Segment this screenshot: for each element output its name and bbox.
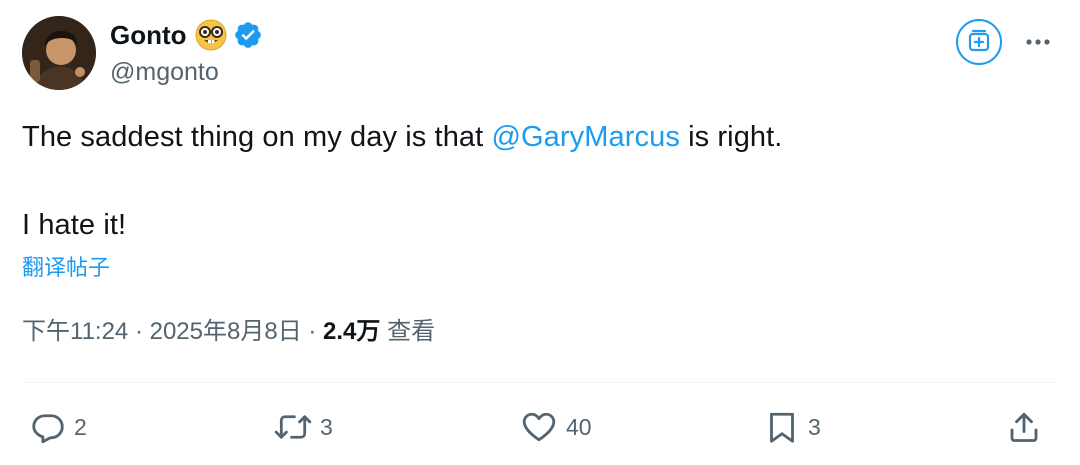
tweet-line-2: I hate it! — [22, 209, 127, 241]
reply-count: 2 — [74, 414, 87, 440]
meta-separator: · — [301, 318, 324, 345]
tweet-text-after-mention: is right. — [679, 121, 783, 153]
heart-icon — [520, 409, 558, 445]
more-horizontal-icon — [1025, 33, 1051, 51]
tweet-line-1: The saddest thing on my day is that @Gar… — [22, 115, 1032, 159]
repost-count: 3 — [320, 414, 333, 440]
bookmark-button[interactable]: 3 — [764, 404, 821, 450]
subscribe-button[interactable] — [956, 19, 1002, 65]
share-icon — [1006, 408, 1042, 446]
meta-separator: · — [128, 318, 150, 345]
bookmark-count: 3 — [808, 414, 821, 440]
nerd-face-emoji-icon — [195, 19, 227, 51]
share-button[interactable] — [1006, 404, 1042, 450]
like-button[interactable]: 40 — [520, 404, 592, 450]
repost-button[interactable]: 3 — [274, 404, 333, 450]
bookmark-icon — [764, 408, 800, 446]
tweet-meta: 下午11:24 · 2025年8月8日 · 2.4万 查看 — [22, 315, 435, 349]
views-count: 2.4万 — [323, 318, 381, 345]
divider — [22, 382, 1054, 383]
verified-badge-icon — [233, 20, 263, 50]
reply-button[interactable]: 2 — [30, 404, 87, 450]
more-options-button[interactable] — [1018, 24, 1058, 60]
avatar[interactable] — [22, 16, 96, 90]
mention-link[interactable]: @GaryMarcus — [491, 121, 679, 153]
translate-post-link[interactable]: 翻译帖子 — [22, 253, 110, 283]
author-display-name[interactable]: Gonto — [110, 18, 263, 52]
views-label: 查看 — [380, 318, 436, 345]
repost-icon — [274, 409, 312, 445]
tweet-text: The saddest thing on my day is that @Gar… — [22, 115, 1032, 247]
tweet-time[interactable]: 下午11:24 — [22, 318, 128, 345]
tweet-date[interactable]: 2025年8月8日 — [150, 318, 302, 345]
reply-icon — [30, 409, 66, 445]
tweet-text-before-mention: The saddest thing on my day is that — [22, 121, 492, 153]
like-count: 40 — [566, 414, 592, 440]
add-to-list-icon — [966, 27, 992, 58]
author-name-text[interactable]: Gonto — [110, 18, 187, 52]
author-handle[interactable]: @mgonto — [110, 56, 219, 88]
